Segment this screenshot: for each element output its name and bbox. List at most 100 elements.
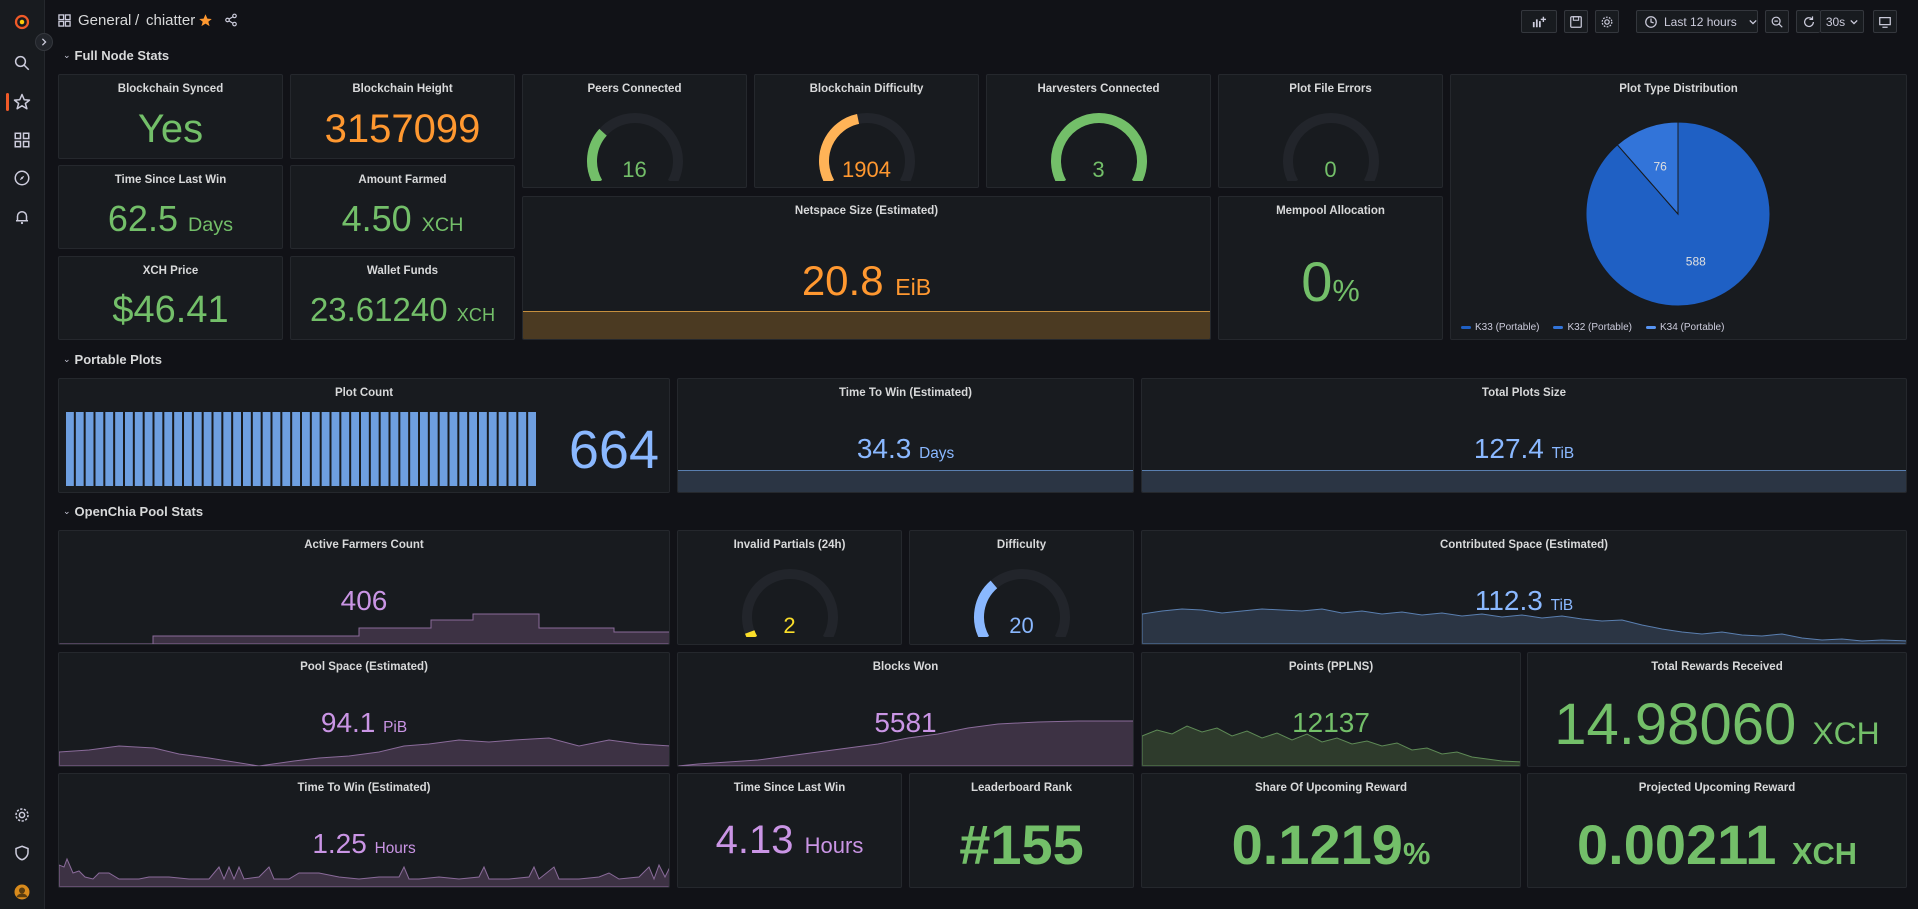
legend-swatch <box>1461 325 1471 329</box>
panel-pool-space[interactable]: Pool Space (Estimated) 94.1 PiB <box>58 652 670 767</box>
gauge-value: 1904 <box>842 157 891 182</box>
stat-unit: Days <box>919 445 955 462</box>
refresh-button[interactable] <box>1796 10 1820 33</box>
ttw-sparkline <box>678 470 1133 492</box>
breadcrumb-folder[interactable]: General <box>78 12 131 29</box>
stat-value-wrap: 4.13 Hours <box>678 818 901 863</box>
stat-unit: Hours <box>374 840 416 857</box>
dashboard-settings-button[interactable] <box>1595 10 1619 33</box>
dashboards-icon[interactable] <box>10 128 34 152</box>
favorite-star-icon[interactable] <box>198 13 213 33</box>
search-icon[interactable] <box>10 51 34 75</box>
panel-title: Time Since Last Win <box>114 174 227 186</box>
panel-title: Time To Win (Estimated) <box>838 387 972 399</box>
panel-title: Leaderboard Rank <box>971 782 1072 794</box>
refresh-interval-picker[interactable]: 30s <box>1820 10 1864 33</box>
tv-mode-button[interactable] <box>1873 10 1897 33</box>
legend-item-k32[interactable]: K32 (Portable) <box>1553 322 1632 333</box>
panel-contributed-space[interactable]: Contributed Space (Estimated) 112.3 TiB <box>1141 530 1907 645</box>
bar-gauge-cell <box>311 412 320 486</box>
stat-value: 12137 <box>1292 707 1370 738</box>
panel-total-rewards[interactable]: Total Rewards Received 14.98060 XCH <box>1527 652 1907 767</box>
panel-mempool-allocation[interactable]: Mempool Allocation 0% <box>1218 196 1443 340</box>
panel-total-plots-size[interactable]: Total Plots Size 127.4 TiB <box>1141 378 1907 493</box>
stat-unit: TiB <box>1550 597 1574 614</box>
bar-gauge-cell <box>75 412 84 486</box>
stat-value-wrap: 23.61240 XCH <box>291 291 514 329</box>
panel-plot-count[interactable]: Plot Count 664 <box>58 378 670 493</box>
row-title: Portable Plots <box>74 352 162 367</box>
stat-value: 0.00211 <box>1577 813 1777 876</box>
panel-blockchain-difficulty[interactable]: Blockchain Difficulty 1904 <box>754 74 979 188</box>
panel-plot-file-errors[interactable]: Plot File Errors 0 <box>1218 74 1443 188</box>
panel-active-farmers[interactable]: Active Farmers Count 406 <box>58 530 670 645</box>
chevron-down-icon: ⌄ <box>63 506 71 516</box>
panel-blockchain-synced[interactable]: Blockchain Synced Yes <box>58 74 283 159</box>
settings-gear-icon[interactable] <box>10 803 34 827</box>
panel-time-since-last-win[interactable]: Time Since Last Win 62.5 Days <box>58 165 283 249</box>
legend-item-k34[interactable]: K34 (Portable) <box>1645 322 1724 333</box>
panel-title: Netspace Size (Estimated) <box>794 205 939 217</box>
panel-netspace-size[interactable]: Netspace Size (Estimated) 20.8 EiB <box>522 196 1211 340</box>
chevron-down-icon <box>1749 19 1757 25</box>
alerting-bell-icon[interactable] <box>10 205 34 229</box>
stat-unit: Hours <box>804 833 864 858</box>
bar-gauge-cell <box>144 412 153 486</box>
bar-gauge-cell <box>125 412 133 486</box>
explore-icon[interactable] <box>10 166 34 190</box>
bar-gauge-cell <box>115 412 123 486</box>
panel-blockchain-height[interactable]: Blockchain Height 3157099 <box>290 74 515 159</box>
panel-points-pplns[interactable]: Points (PPLNS) 12137 <box>1141 652 1521 767</box>
stat-value: 0.1219 <box>1231 813 1403 876</box>
bar-gauge-cell <box>193 412 202 486</box>
panel-title: Difficulty <box>996 539 1047 551</box>
bar-gauge-cell <box>174 412 182 486</box>
stat-unit: XCH <box>1812 715 1880 751</box>
row-header-full-node[interactable]: ⌄ Full Node Stats <box>63 48 169 63</box>
bar-gauge-cell <box>498 412 507 486</box>
panel-title: Plot Count <box>334 387 394 399</box>
user-avatar-icon[interactable] <box>10 880 34 904</box>
panel-blocks-won[interactable]: Blocks Won 5581 <box>677 652 1134 767</box>
panel-xch-price[interactable]: XCH Price $46.41 <box>58 256 283 340</box>
add-panel-button[interactable] <box>1521 10 1557 33</box>
share-icon[interactable] <box>224 13 238 32</box>
panel-leaderboard-rank[interactable]: Leaderboard Rank #155 <box>909 773 1134 888</box>
shield-icon[interactable] <box>10 841 34 865</box>
legend-item-k33[interactable]: K33 (Portable) <box>1461 322 1539 333</box>
legend-label: K33 (Portable) <box>1475 322 1540 333</box>
panel-pool-time-since-last-win[interactable]: Time Since Last Win 4.13 Hours <box>677 773 902 888</box>
panel-invalid-partials[interactable]: Invalid Partials (24h) 2 <box>677 530 902 645</box>
time-range-picker[interactable]: Last 12 hours <box>1636 10 1758 33</box>
panel-pool-difficulty[interactable]: Difficulty 20 <box>909 530 1134 645</box>
panel-portable-time-to-win[interactable]: Time To Win (Estimated) 34.3 Days <box>677 378 1134 493</box>
panel-plot-type-distribution[interactable]: Plot Type Distribution 588 76 K33 (Porta… <box>1450 74 1907 340</box>
panel-share-upcoming-reward[interactable]: Share Of Upcoming Reward 0.1219% <box>1141 773 1521 888</box>
row-header-pool[interactable]: ⌄ OpenChia Pool Stats <box>63 504 203 519</box>
panel-title: Blockchain Difficulty <box>809 83 924 95</box>
grafana-logo-icon[interactable] <box>10 10 34 34</box>
stat-value-wrap: 1.25 Hours <box>59 828 669 860</box>
stat-value-wrap: 62.5 Days <box>59 198 282 240</box>
panel-amount-farmed[interactable]: Amount Farmed 4.50 XCH <box>290 165 515 249</box>
stat-unit: TiB <box>1551 445 1575 462</box>
panel-peers-connected[interactable]: Peers Connected 16 <box>522 74 747 188</box>
expand-sidebar-button[interactable] <box>35 33 53 51</box>
bar-gauge-cell <box>420 412 428 486</box>
breadcrumb-dashboard[interactable]: chiatter <box>146 12 195 29</box>
save-dashboard-button[interactable] <box>1564 10 1588 33</box>
panel-wallet-funds[interactable]: Wallet Funds 23.61240 XCH <box>290 256 515 340</box>
zoom-out-button[interactable] <box>1765 10 1789 33</box>
row-header-portable[interactable]: ⌄ Portable Plots <box>63 352 162 367</box>
stat-value: 127.4 <box>1473 433 1544 464</box>
bar-gauge-cell <box>66 412 74 486</box>
bar-gauge-cell <box>518 412 527 486</box>
pie-legend: K33 (Portable) K32 (Portable) K34 (Porta… <box>1461 322 1724 333</box>
stat-value: #155 <box>959 813 1084 876</box>
starred-icon[interactable] <box>10 90 34 114</box>
bar-gauge-cell <box>341 412 350 486</box>
stat-value: 5581 <box>874 707 937 738</box>
panel-projected-upcoming-reward[interactable]: Projected Upcoming Reward 0.00211 XCH <box>1527 773 1907 888</box>
panel-harvesters-connected[interactable]: Harvesters Connected 3 <box>986 74 1211 188</box>
panel-pool-time-to-win[interactable]: Time To Win (Estimated) 1.25 Hours <box>58 773 670 888</box>
